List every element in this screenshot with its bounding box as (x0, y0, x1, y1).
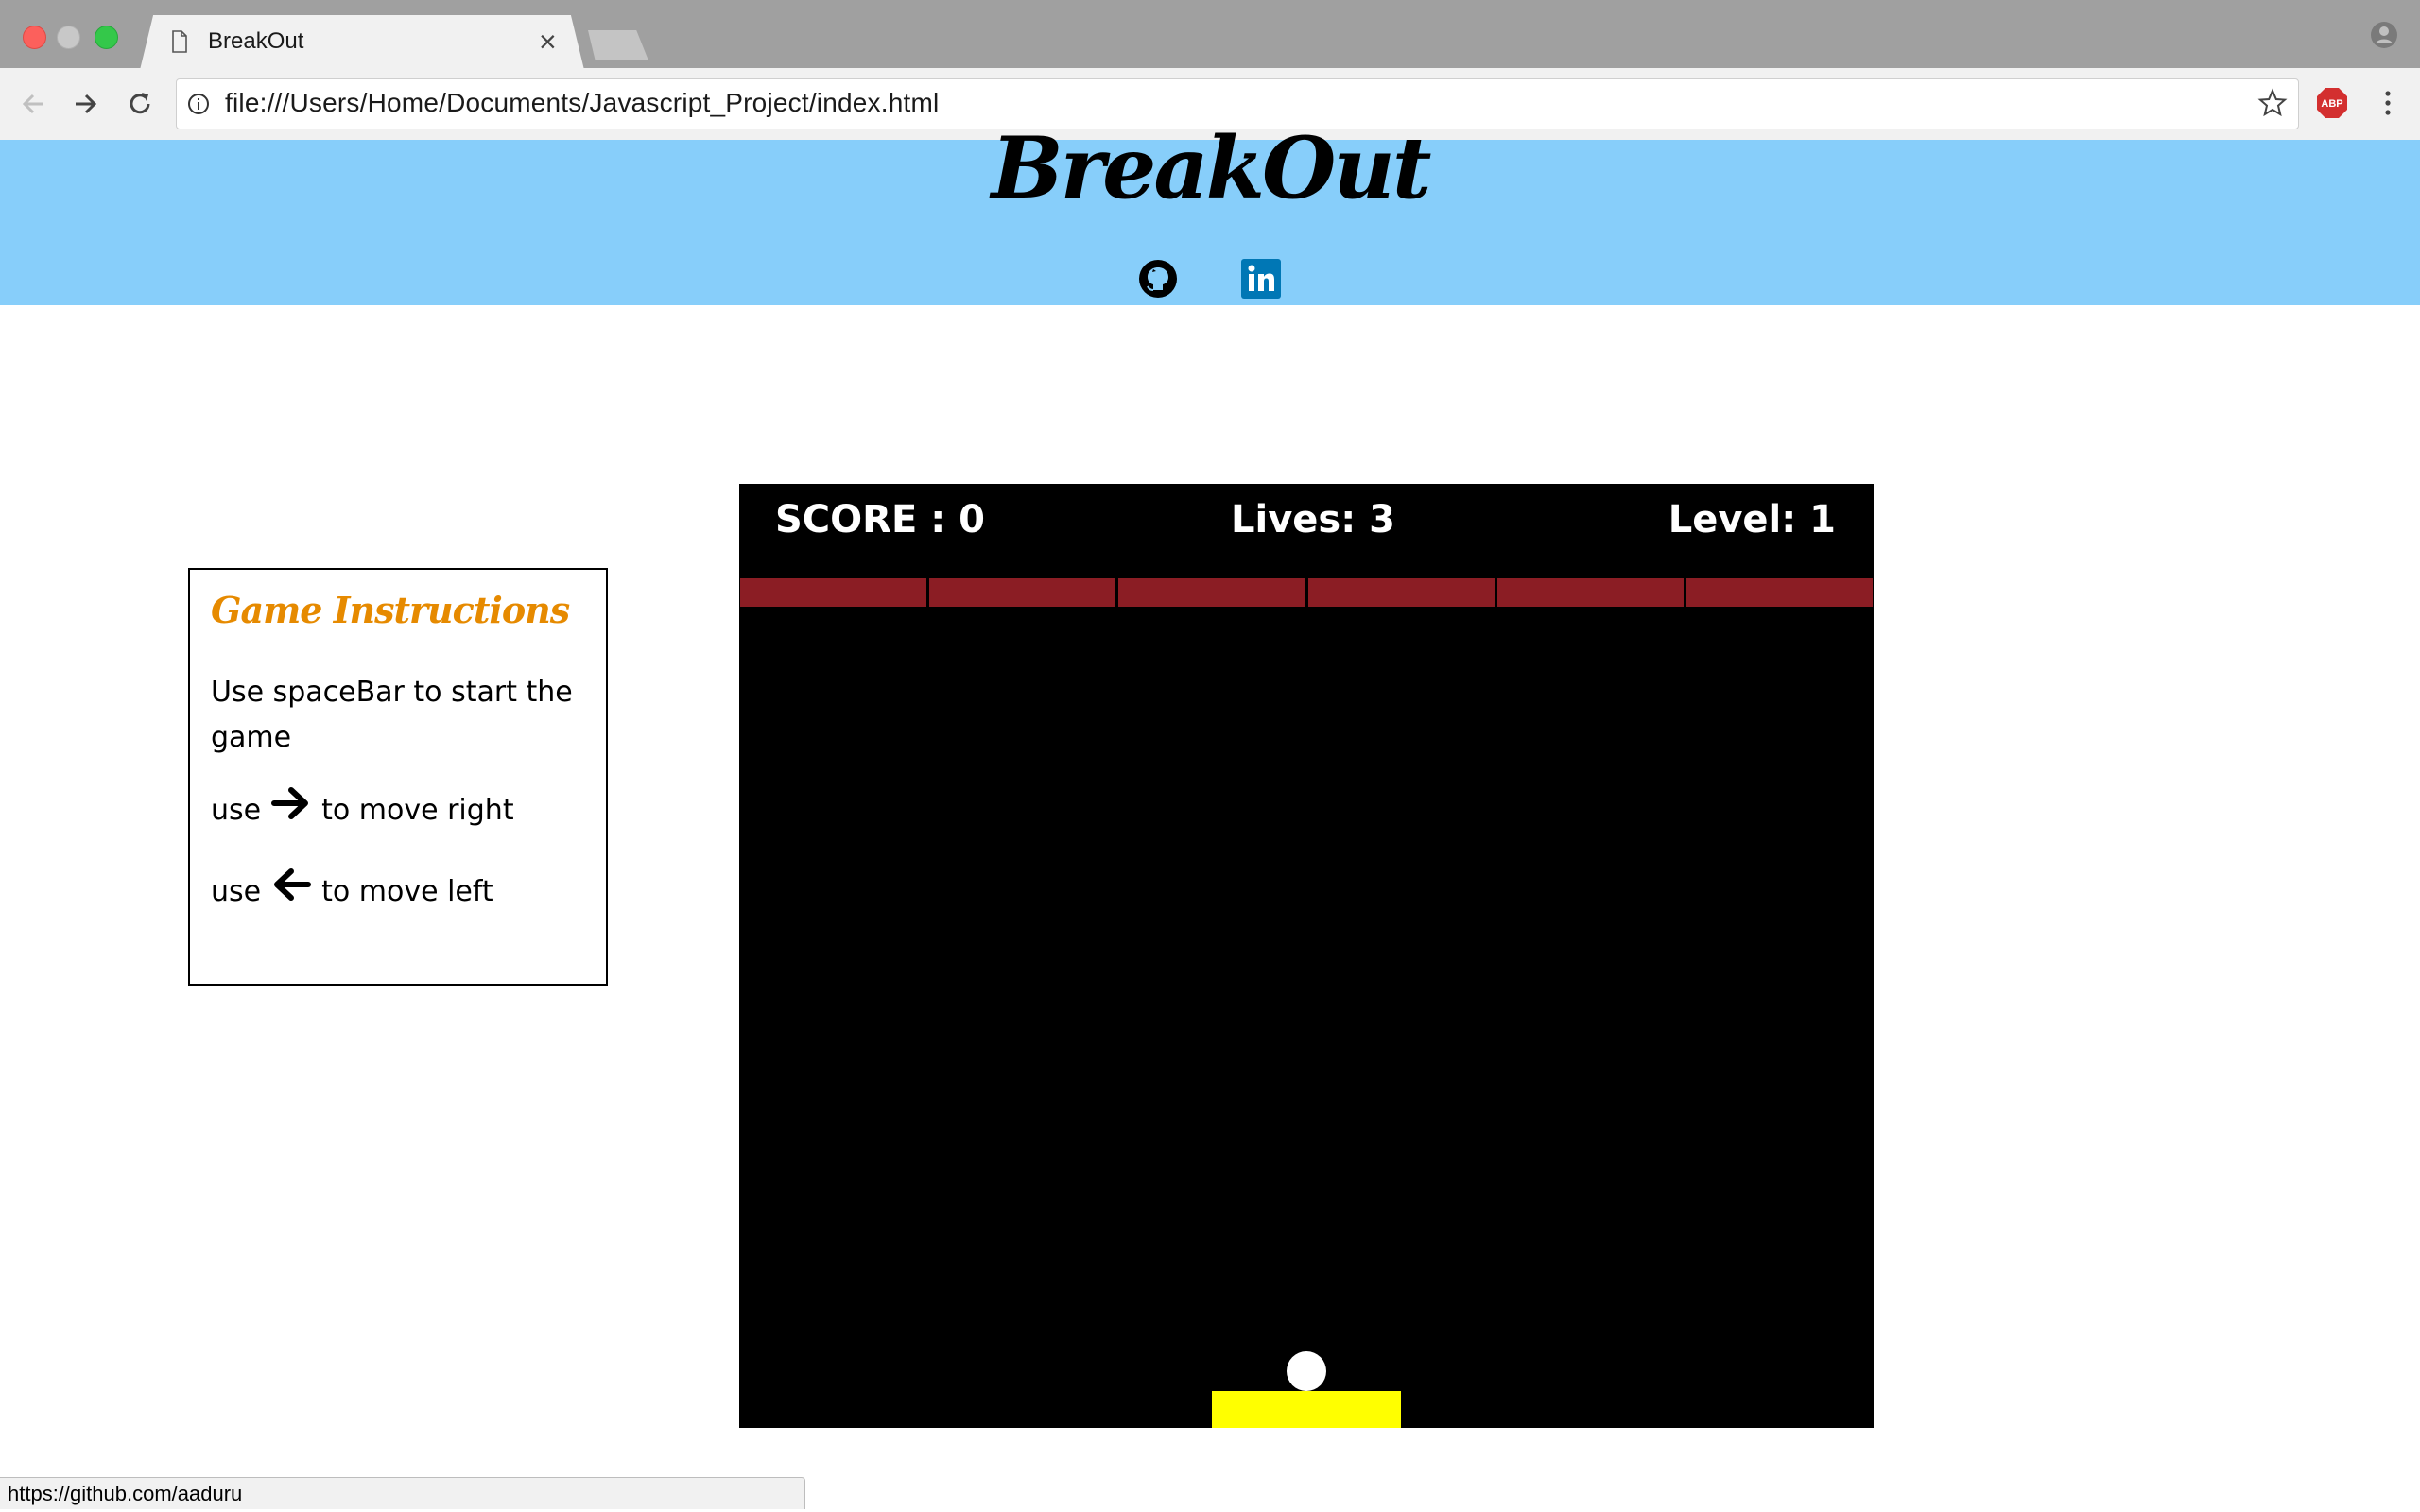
forward-icon[interactable] (68, 87, 102, 121)
instructions-panel: Game Instructions Use spaceBar to start … (188, 568, 608, 986)
tab-close-icon[interactable]: × (539, 25, 557, 60)
instruction-right-prefix: use (211, 794, 262, 827)
brick-row (740, 578, 1874, 607)
ball (1287, 1351, 1326, 1391)
paddle (1212, 1391, 1401, 1428)
url-text[interactable]: file:///Users/Home/Documents/Javascript_… (225, 88, 939, 118)
back-icon[interactable] (17, 87, 51, 121)
file-icon (172, 30, 187, 53)
instruction-start: Use spaceBar to start the game (211, 676, 573, 754)
window-close-button[interactable] (23, 26, 46, 49)
window-minimize-button[interactable] (57, 26, 80, 49)
brick (929, 578, 1116, 607)
brick (1685, 578, 1874, 607)
star-icon[interactable] (2257, 88, 2288, 118)
window-maximize-button[interactable] (95, 26, 118, 49)
instruction-right-suffix: to move right (321, 794, 514, 827)
tab-title: BreakOut (208, 28, 304, 54)
brick (740, 578, 927, 607)
adblock-plus-icon[interactable]: ABP (2316, 87, 2348, 119)
profile-icon[interactable] (2370, 21, 2398, 49)
arrow-left-icon (274, 868, 312, 901)
menu-icon[interactable] (2378, 89, 2397, 117)
tab-breakout[interactable] (140, 15, 584, 70)
instruction-move-right: use to move right (211, 783, 514, 833)
brick (1496, 578, 1684, 607)
info-icon[interactable] (187, 93, 210, 115)
brick (1118, 578, 1305, 607)
instruction-left-prefix: use (211, 875, 262, 908)
brick (1307, 578, 1495, 607)
status-bubble: https://github.com/aaduru (0, 1477, 805, 1509)
github-icon[interactable] (1138, 259, 1178, 299)
instruction-left-suffix: to move left (321, 875, 493, 908)
page-title: BreakOut (991, 118, 1432, 218)
game-canvas[interactable]: SCORE : 0 Lives: 3 Level: 1 (739, 484, 1874, 1428)
instruction-move-left: use to move left (211, 865, 493, 915)
arrow-right-icon (271, 787, 309, 819)
abp-label: ABP (2321, 98, 2342, 110)
reload-icon[interactable] (123, 87, 157, 121)
linkedin-icon[interactable] (1241, 259, 1281, 299)
level-display: Level: 1 (1668, 498, 1836, 541)
instructions-title: Game Instructions (211, 589, 570, 631)
